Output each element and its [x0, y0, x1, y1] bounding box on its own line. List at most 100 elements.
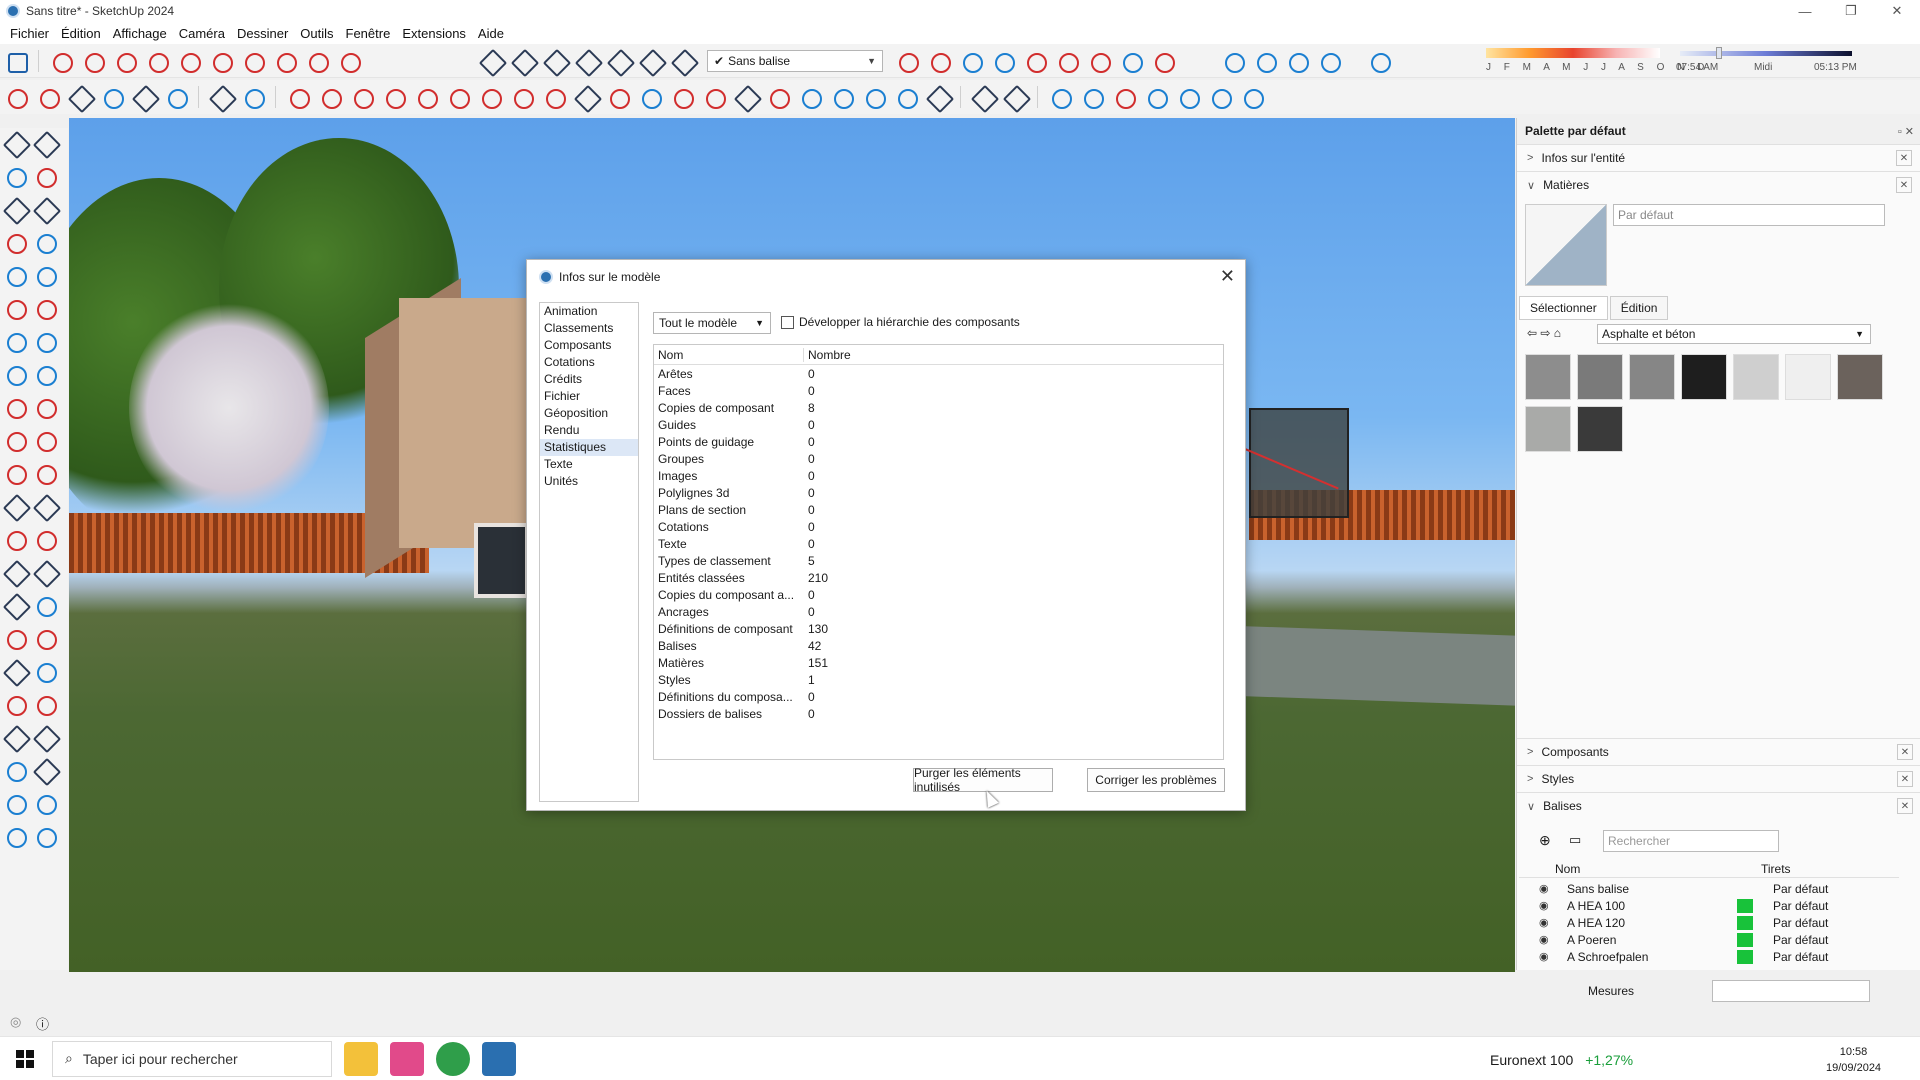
column-header-name[interactable]: Nom: [654, 347, 804, 362]
paint-bucket-icon[interactable]: [5, 86, 28, 109]
menu-affichage[interactable]: Affichage: [107, 26, 173, 41]
add-tag-icon[interactable]: ⊕: [1539, 832, 1551, 849]
top-view-icon[interactable]: [512, 50, 534, 72]
material-swatch[interactable]: [1577, 354, 1623, 400]
zoom-icon[interactable]: [960, 50, 983, 73]
chrome-icon[interactable]: [436, 1041, 470, 1076]
move-left-icon[interactable]: [4, 396, 27, 419]
arc-3-icon[interactable]: [306, 50, 329, 73]
material-swatch[interactable]: [1629, 354, 1675, 400]
arc-tool-icon[interactable]: [351, 86, 374, 109]
section-left-icon[interactable]: [4, 594, 26, 616]
move-tool-icon[interactable]: [479, 86, 502, 109]
line-icon[interactable]: [319, 86, 342, 109]
arc-tool-2-icon[interactable]: [34, 330, 57, 353]
circle-tool-icon[interactable]: [4, 297, 27, 320]
nav-credits[interactable]: Crédits: [540, 371, 638, 388]
tag-dash[interactable]: Par défaut: [1773, 899, 1853, 913]
info-icon[interactable]: ⓘ: [36, 1014, 49, 1033]
pie-icon[interactable]: [338, 50, 361, 73]
shadows-toggle-icon[interactable]: [1368, 50, 1391, 73]
expand-hierarchy-checkbox[interactable]: [781, 316, 794, 329]
iso-view-icon[interactable]: [480, 50, 502, 72]
nav-cotations[interactable]: Cotations: [540, 354, 638, 371]
material-swatch[interactable]: [1525, 354, 1571, 400]
tags-col-dash[interactable]: Tirets: [1761, 862, 1791, 876]
left-view-icon[interactable]: [640, 50, 662, 72]
document-icon[interactable]: [972, 86, 994, 108]
rotated-rectangle-icon[interactable]: [146, 50, 169, 73]
freehand-icon[interactable]: [82, 50, 105, 73]
minimize-button[interactable]: —: [1782, 0, 1828, 22]
line-tool-icon[interactable]: [4, 231, 27, 254]
measures-input[interactable]: [1712, 980, 1870, 1002]
shape-icon[interactable]: [383, 86, 406, 109]
windows-start-icon[interactable]: [16, 1049, 34, 1068]
follow-me-left-icon[interactable]: [34, 429, 57, 452]
circle-icon[interactable]: [178, 50, 201, 73]
section-icon[interactable]: [671, 86, 694, 109]
polygon-tool-icon[interactable]: [34, 297, 57, 320]
tray-controls[interactable]: ▫ ✕: [1898, 125, 1914, 138]
close-icon[interactable]: ✕: [1897, 798, 1913, 814]
user-icon[interactable]: [1004, 86, 1026, 108]
menu-outils[interactable]: Outils: [294, 26, 339, 41]
tag-color-swatch[interactable]: [1737, 949, 1753, 964]
solid-union-icon[interactable]: [1222, 50, 1245, 73]
close-icon[interactable]: ✕: [1897, 744, 1913, 760]
shadow-time-slider[interactable]: [1680, 47, 1852, 59]
rectangle-tool-icon[interactable]: [4, 264, 27, 287]
sandbox-flip-edge-icon[interactable]: [1241, 86, 1264, 109]
pan-icon[interactable]: [703, 86, 726, 109]
sketchup-taskbar-icon[interactable]: [482, 1041, 516, 1076]
look-around-icon[interactable]: [1120, 50, 1143, 73]
help-icon[interactable]: ◎: [10, 1014, 21, 1030]
extension-left-icon[interactable]: [34, 792, 57, 815]
text-left-icon[interactable]: [4, 561, 26, 583]
pie-tool-icon[interactable]: [34, 363, 57, 386]
add-folder-icon[interactable]: ▭: [1569, 832, 1581, 848]
back-icon[interactable]: ⇦ ⇨ ⌂: [1527, 326, 1561, 340]
paint-tool-icon[interactable]: [4, 165, 27, 188]
tag-dash[interactable]: Par défaut: [1773, 916, 1853, 930]
column-header-count[interactable]: Nombre: [804, 348, 851, 362]
sandbox-contours-icon[interactable]: [1049, 86, 1072, 109]
text-icon[interactable]: [101, 86, 124, 109]
sandbox-stamp-icon[interactable]: [1145, 86, 1168, 109]
text-a-left-icon[interactable]: [34, 594, 57, 617]
rotate-icon[interactable]: [511, 86, 534, 109]
styles-section[interactable]: > Styles ✕: [1517, 765, 1920, 792]
visibility-eye-icon[interactable]: ◉: [1539, 882, 1553, 895]
stock-widget[interactable]: Euronext 100 +1,27%: [1490, 1052, 1633, 1068]
visibility-eye-icon[interactable]: ◉: [1539, 899, 1553, 912]
tag-color-swatch[interactable]: [1737, 898, 1753, 913]
position-camera-left-icon[interactable]: [4, 726, 26, 748]
orbit-left-icon[interactable]: [4, 627, 27, 650]
nav-texte[interactable]: Texte: [540, 456, 638, 473]
previous-left-icon[interactable]: [34, 693, 57, 716]
material-swatch[interactable]: [1837, 354, 1883, 400]
freehand-tool-icon[interactable]: [34, 231, 57, 254]
style-xray-icon[interactable]: [799, 86, 822, 109]
section-plane-left-icon[interactable]: [34, 759, 56, 781]
tag-row[interactable]: ◉ A Schroefpalen Par défaut: [1519, 948, 1899, 965]
tag-dash[interactable]: Par défaut: [1773, 950, 1853, 964]
push-pull-icon[interactable]: [415, 86, 438, 109]
pencil-icon[interactable]: [50, 50, 73, 73]
fix-problems-button[interactable]: Corriger les problèmes: [1087, 768, 1225, 792]
axes-icon[interactable]: [133, 86, 155, 108]
materials-section[interactable]: ∨ Matières ✕: [1517, 171, 1920, 198]
styles-left-icon[interactable]: [34, 825, 57, 848]
sandbox-smoove-icon[interactable]: [1113, 86, 1136, 109]
dimension-left-icon[interactable]: [4, 528, 27, 551]
protractor-left-icon[interactable]: [34, 495, 56, 517]
bottom-view-icon[interactable]: [672, 50, 694, 72]
solid-subtract-icon[interactable]: [1286, 50, 1309, 73]
tag-tool-icon[interactable]: [34, 198, 56, 220]
close-button[interactable]: ✕: [1874, 0, 1920, 22]
nav-rendu[interactable]: Rendu: [540, 422, 638, 439]
move-icon[interactable]: [37, 86, 60, 109]
tape-measure-icon[interactable]: [575, 86, 597, 108]
material-swatch[interactable]: [1733, 354, 1779, 400]
tag-search-input[interactable]: Rechercher: [1603, 830, 1779, 852]
